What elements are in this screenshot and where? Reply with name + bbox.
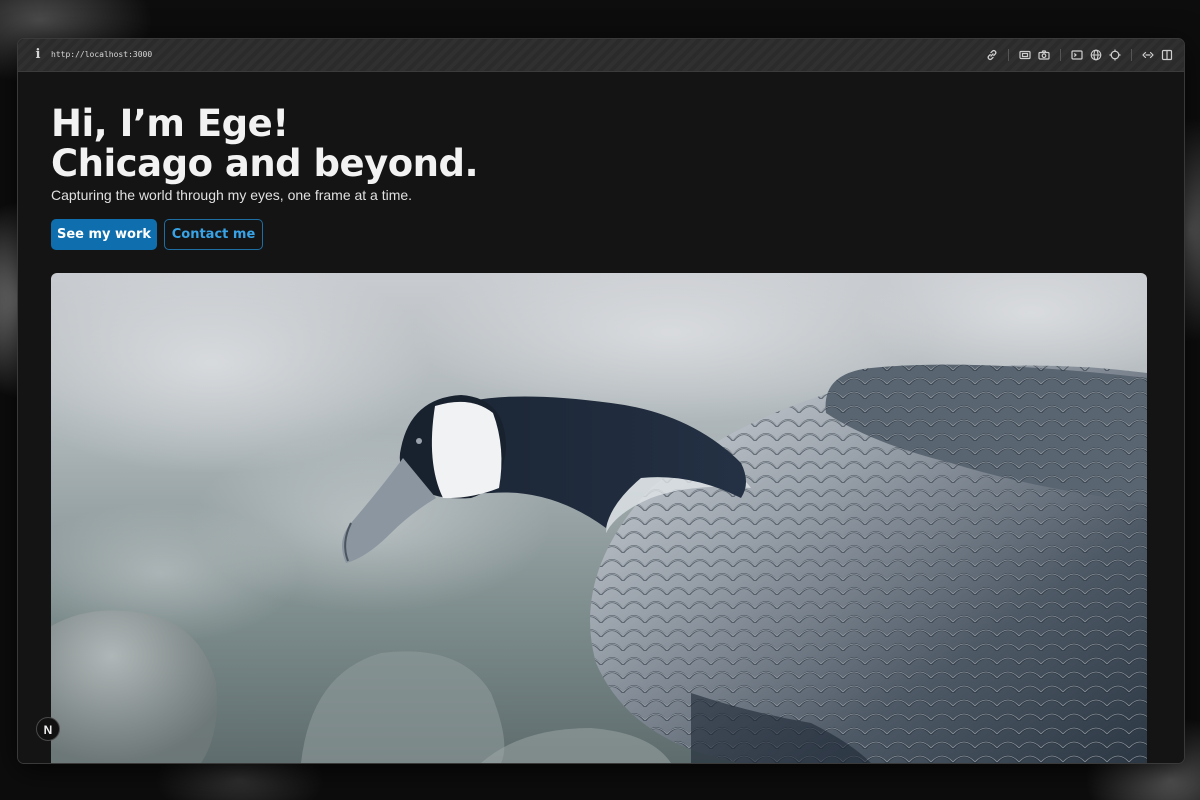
headline-line-1: Hi, I’m Ege! <box>51 102 289 145</box>
contact-me-button[interactable]: Contact me <box>164 219 263 250</box>
toolbar-separator <box>1060 49 1061 61</box>
screenshot-icon[interactable] <box>1018 48 1032 62</box>
link-icon[interactable] <box>985 48 999 62</box>
hero-photo <box>51 273 1147 763</box>
dev-tools-badge[interactable]: N <box>36 717 60 741</box>
terminal-icon[interactable] <box>1070 48 1084 62</box>
sidebar-icon[interactable] <box>1160 48 1174 62</box>
page-subtitle: Capturing the world through my eyes, one… <box>51 187 413 203</box>
address-bar-url[interactable]: http://localhost:3000 <box>51 49 152 61</box>
browser-window: i http://localhost:3000 Hi, I’m Ege! Chi… <box>17 38 1185 764</box>
camera-icon[interactable] <box>1037 48 1051 62</box>
page-headline: Hi, I’m Ege! Chicago and beyond. <box>51 102 479 185</box>
page-content: Hi, I’m Ege! Chicago and beyond. Capturi… <box>18 72 1184 763</box>
goose-photo <box>51 273 1147 763</box>
toolbar-separator <box>1008 49 1009 61</box>
see-my-work-button[interactable]: See my work <box>51 219 157 250</box>
headline-line-2: Chicago and beyond. <box>51 142 479 185</box>
info-icon[interactable]: i <box>32 47 44 63</box>
toolbar-separator <box>1131 49 1132 61</box>
resize-icon[interactable] <box>1141 48 1155 62</box>
browser-toolbar: i http://localhost:3000 <box>18 39 1184 72</box>
crosshair-icon[interactable] <box>1108 48 1122 62</box>
toolbar-icon-group <box>980 48 1174 62</box>
globe-icon[interactable] <box>1089 48 1103 62</box>
